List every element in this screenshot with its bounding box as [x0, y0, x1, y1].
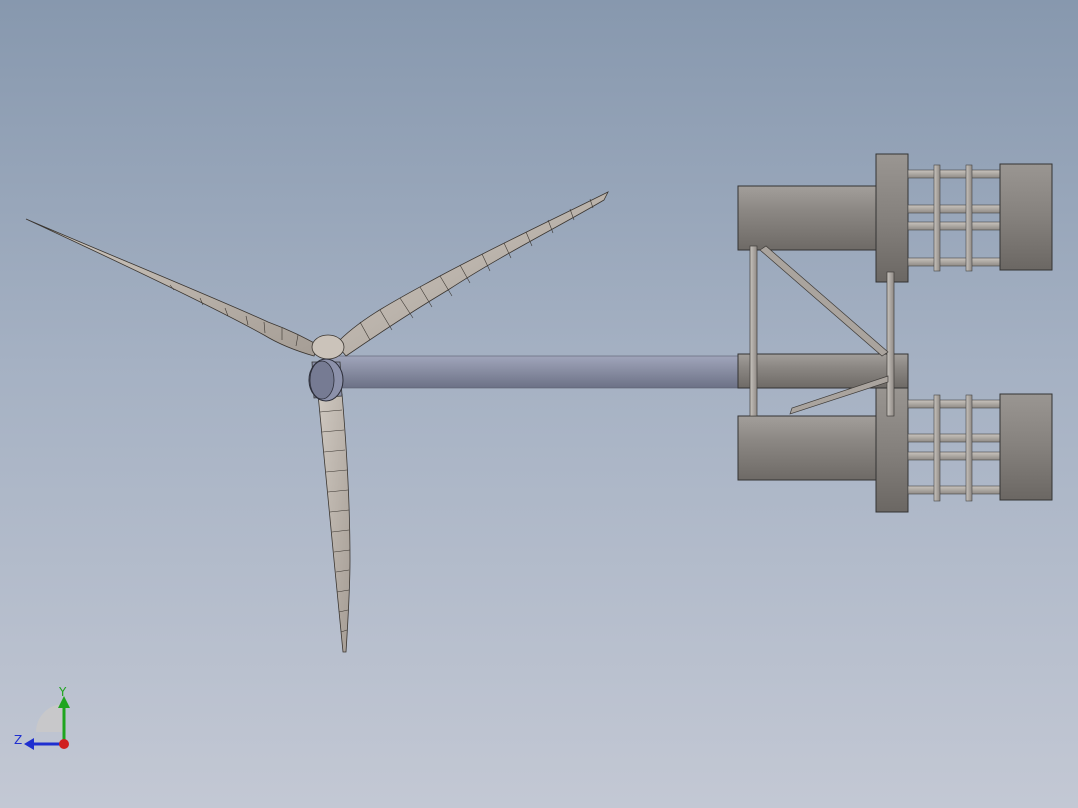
rotor-blade-upper-right[interactable]: [335, 191, 609, 357]
cad-graphics-viewport[interactable]: Y Z: [0, 0, 1078, 808]
platform-lower-column[interactable]: [737, 383, 1053, 513]
rotor-hub[interactable]: [308, 334, 345, 402]
platform-bracing[interactable]: [749, 245, 895, 417]
x-axis-origin-dot: [59, 739, 69, 749]
z-axis-label: Z: [14, 733, 22, 747]
tower-shaft[interactable]: [329, 355, 741, 389]
wind-turbine-model[interactable]: [0, 0, 1078, 808]
rotor-blade-upper-left[interactable]: [25, 218, 319, 357]
triad-plane-shading: [36, 704, 64, 732]
z-axis-arrowhead: [24, 738, 34, 750]
rotor-blade-lower[interactable]: [317, 393, 351, 653]
y-axis-label: Y: [58, 686, 67, 699]
orientation-triad: Y Z: [14, 686, 70, 750]
